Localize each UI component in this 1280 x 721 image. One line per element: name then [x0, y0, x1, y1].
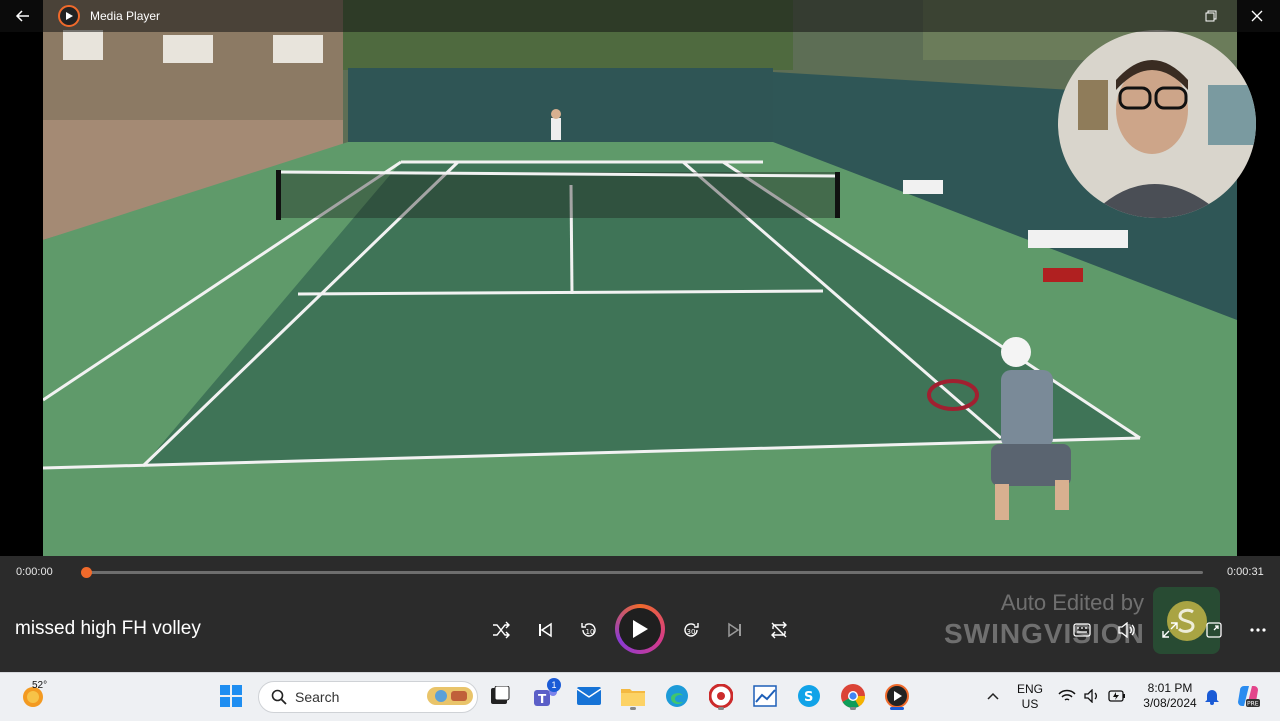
mini-player-icon	[1206, 622, 1222, 638]
app-red-button[interactable]	[705, 680, 737, 712]
weather-temp: 52°	[32, 680, 48, 691]
windows-logo-icon	[220, 685, 242, 707]
folder-icon	[621, 689, 645, 706]
total-time: 0:00:31	[1227, 566, 1264, 578]
copilot-icon: PRE	[1238, 686, 1260, 708]
webcam-overlay	[1058, 30, 1256, 218]
more-options-button[interactable]	[1242, 614, 1274, 646]
media-player-app-icon	[58, 5, 80, 27]
edge-button[interactable]	[661, 680, 693, 712]
teams-badge: 1	[547, 678, 561, 692]
weather-widget[interactable]: 52°	[12, 680, 56, 712]
rewind-10-icon: 10	[581, 623, 596, 637]
close-icon	[1251, 10, 1263, 22]
seek-thumb[interactable]	[80, 567, 92, 578]
chrome-icon	[841, 684, 865, 709]
media-player-icon	[885, 684, 909, 708]
window-title: Media Player	[90, 9, 161, 23]
search-highlight-icon	[427, 687, 473, 705]
play-icon	[633, 620, 648, 638]
restore-icon	[1205, 10, 1217, 22]
start-button[interactable]	[215, 680, 247, 712]
tennis-court-scene	[43, 0, 1237, 556]
play-triangle-icon	[66, 12, 73, 20]
close-button[interactable]	[1234, 0, 1280, 32]
clock-time: 8:01 PM	[1147, 681, 1193, 695]
show-hidden-icons-button[interactable]	[977, 680, 1009, 712]
system-tray-quick-settings[interactable]	[1058, 687, 1126, 705]
notifications-button[interactable]	[1196, 680, 1228, 712]
language-line2: US	[1021, 697, 1039, 711]
back-button[interactable]	[0, 0, 46, 32]
app-red-circle-icon	[709, 684, 733, 708]
svg-text:PRE: PRE	[1247, 701, 1259, 708]
media-player-taskbar-button[interactable]	[881, 680, 913, 712]
chevron-up-icon	[987, 692, 999, 700]
repeat-off-icon	[771, 621, 787, 639]
mini-view-button[interactable]	[1198, 614, 1230, 646]
skype-button[interactable]: S	[793, 680, 825, 712]
svg-text:T: T	[538, 692, 547, 706]
clock-date: 3/08/2024	[1143, 696, 1197, 710]
seek-bar[interactable]	[86, 571, 1203, 574]
chrome-button[interactable]	[837, 680, 869, 712]
app-chart-button[interactable]	[749, 680, 781, 712]
play-button[interactable]	[615, 604, 665, 654]
title-bar: Media Player	[0, 0, 1280, 32]
captions-icon	[1073, 623, 1091, 637]
svg-text:S: S	[804, 690, 813, 705]
file-explorer-button[interactable]	[617, 680, 649, 712]
teams-button[interactable]: T 1	[529, 678, 561, 712]
skype-icon: S	[798, 685, 820, 707]
mail-icon	[577, 687, 601, 705]
battery-icon	[1108, 690, 1125, 702]
clock[interactable]: 8:01 PM 3/08/2024	[1138, 681, 1202, 711]
chart-app-icon	[753, 685, 777, 707]
speaker-icon	[1084, 689, 1097, 703]
restore-button[interactable]	[1188, 0, 1234, 32]
current-time: 0:00:00	[16, 566, 53, 578]
volume-icon	[1118, 622, 1135, 638]
next-icon	[728, 622, 741, 638]
fullscreen-button[interactable]	[1154, 614, 1186, 646]
task-view-icon	[491, 686, 510, 704]
task-view-button[interactable]	[484, 680, 516, 712]
captions-button[interactable]	[1066, 614, 1098, 646]
shuffle-icon	[493, 621, 510, 639]
wifi-icon	[1058, 689, 1076, 701]
language-indicator[interactable]: ENG US	[1012, 682, 1048, 712]
previous-button[interactable]	[529, 614, 561, 646]
forward-30-icon: 30	[684, 623, 699, 637]
search-placeholder: Search	[295, 689, 340, 705]
volume-button[interactable]	[1110, 614, 1142, 646]
shuffle-button[interactable]	[485, 614, 517, 646]
taskbar-search[interactable]: Search	[258, 681, 478, 713]
language-line1: ENG	[1016, 682, 1043, 696]
video-frame[interactable]	[43, 0, 1237, 556]
next-button[interactable]	[719, 614, 751, 646]
search-icon	[271, 689, 287, 705]
back-arrow-icon	[15, 10, 29, 22]
previous-icon	[539, 622, 552, 638]
watermark-line1: Auto Edited by	[1000, 590, 1144, 615]
webcam-person	[1058, 30, 1256, 218]
svg-text:30: 30	[687, 628, 696, 636]
skip-back-10-button[interactable]: 10	[573, 614, 605, 646]
mail-button[interactable]	[573, 680, 605, 712]
repeat-button[interactable]	[763, 614, 795, 646]
svg-text:10: 10	[586, 628, 595, 636]
skip-forward-30-button[interactable]: 30	[675, 614, 707, 646]
edge-icon	[666, 685, 688, 707]
more-icon	[1250, 628, 1266, 632]
expand-icon	[1162, 622, 1178, 638]
media-title: missed high FH volley	[15, 618, 201, 639]
copilot-button[interactable]: PRE	[1232, 680, 1264, 712]
bell-icon	[1205, 690, 1219, 705]
